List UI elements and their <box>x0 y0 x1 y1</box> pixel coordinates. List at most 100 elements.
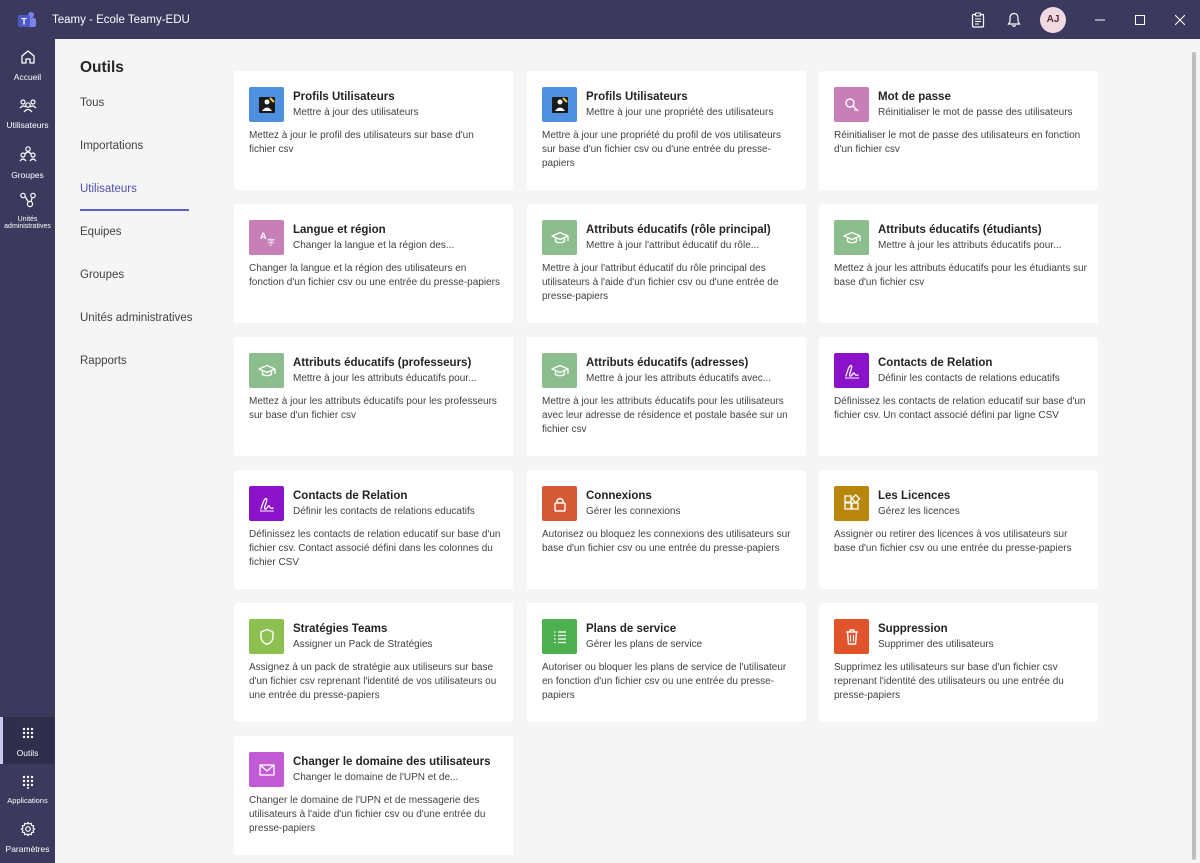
language-icon: A字 <box>249 220 284 255</box>
card-title: Connexions <box>586 490 652 502</box>
rail-item-parametres[interactable]: Paramètres <box>0 821 55 861</box>
card-title: Langue et région <box>293 224 386 236</box>
card-title: Attributs éducatifs (adresses) <box>586 357 749 369</box>
card-subtitle: Supprimer des utilisateurs <box>878 639 994 650</box>
home-icon <box>20 49 36 70</box>
clipboard-icon[interactable] <box>960 0 996 39</box>
nav-item-unites-administratives[interactable]: Unités administratives <box>80 312 192 324</box>
nav-item-equipes[interactable]: Equipes <box>80 226 122 238</box>
card-description: Assignez à un pack de stratégie aux util… <box>249 662 497 701</box>
list-icon <box>542 619 577 654</box>
tool-card[interactable]: Attributs éducatifs (professeurs) Mettre … <box>234 337 513 456</box>
lock-icon <box>542 486 577 521</box>
graduation-cap-icon <box>542 353 577 388</box>
tool-card[interactable]: Contacts de Relation Définir les contacts… <box>819 337 1098 456</box>
users-icon <box>19 97 37 118</box>
tool-card[interactable]: Attributs éducatifs (rôle principal) Mett… <box>527 204 806 323</box>
card-title: Changer le domaine des utilisateurs <box>293 756 491 768</box>
rail-item-outils[interactable]: Outils <box>0 717 55 764</box>
card-description: Mettez à jour les attributs éducatifs po… <box>834 263 1087 288</box>
graduation-cap-icon <box>834 220 869 255</box>
card-title: Les Licences <box>878 490 951 502</box>
rail-label: Accueil <box>13 72 42 82</box>
tool-card[interactable]: Connexions Gérer les connexions Autorisez … <box>527 470 806 589</box>
page-title: Outils <box>80 59 124 76</box>
rail-item-unites-administratives[interactable]: Unités administratives <box>0 192 55 236</box>
close-button[interactable] <box>1160 0 1200 39</box>
graduation-cap-icon <box>542 220 577 255</box>
tool-card[interactable]: Plans de service Gérer les plans de servi… <box>527 603 806 722</box>
shield-icon <box>249 619 284 654</box>
card-description: Mettez à jour les attributs éducatifs po… <box>249 396 497 421</box>
signature-icon <box>834 353 869 388</box>
card-subtitle: Gérer les plans de service <box>586 639 703 650</box>
card-description: Mettre à jour les attributs éducatifs po… <box>542 396 788 435</box>
card-subtitle: Définir les contacts de relations educat… <box>293 506 475 517</box>
tool-card[interactable]: Suppression Supprimer des utilisateurs Sup… <box>819 603 1098 722</box>
rail-item-groupes[interactable]: Groupes <box>0 145 55 187</box>
admin-units-icon <box>19 192 37 213</box>
card-subtitle: Gérer les connexions <box>586 506 681 517</box>
card-title: Mot de passe <box>878 91 951 103</box>
key-icon <box>834 87 869 122</box>
card-description: Mettez à jour le profil des utilisateurs… <box>249 130 474 155</box>
card-title: Profils Utilisateurs <box>586 91 688 103</box>
nav-item-rapports[interactable]: Rapports <box>80 355 127 367</box>
tool-card[interactable]: Profils Utilisateurs Mettre à jour des ut… <box>234 71 513 190</box>
rail-label: Applications <box>7 796 48 805</box>
tool-card[interactable]: Stratégies Teams Assigner un Pack de Stra… <box>234 603 513 722</box>
card-subtitle: Changer le domaine de l'UPN et de... <box>293 772 459 783</box>
tool-card[interactable]: Contacts de Relation Définir les contacts… <box>234 470 513 589</box>
rail-label: Utilisateurs <box>6 120 49 130</box>
card-title: Attributs éducatifs (rôle principal) <box>586 224 771 236</box>
scrollbar[interactable] <box>1192 52 1196 860</box>
rail-item-utilisateurs[interactable]: Utilisateurs <box>0 97 55 139</box>
card-title: Attributs éducatifs (étudiants) <box>878 224 1042 236</box>
card-title: Plans de service <box>586 623 677 635</box>
app-rail: Accueil Utilisateurs Groupes Unités admi… <box>0 39 55 863</box>
bell-icon[interactable] <box>996 0 1032 39</box>
card-description: Changer la langue et la région des utili… <box>249 263 500 288</box>
svg-text:T: T <box>21 16 27 26</box>
tool-card[interactable]: Mot de passe Réinitialiser le mot de pass… <box>819 71 1098 190</box>
minimize-button[interactable] <box>1080 0 1120 39</box>
apps-icon <box>22 775 34 794</box>
nav-item-tous[interactable]: Tous <box>80 97 104 109</box>
card-description: Autorisez ou bloquez les connexions des … <box>542 529 791 554</box>
card-description: Supprimez les utilisateurs sur base d'un… <box>834 662 1064 701</box>
card-subtitle: Mettre à jour des utilisateurs <box>293 107 419 118</box>
mail-icon <box>249 752 284 787</box>
card-subtitle: Mettre à jour une propriété des utilisat… <box>586 107 774 118</box>
card-title: Stratégies Teams <box>293 623 388 635</box>
card-subtitle: Mettre à jour l'attribut éducatif du rôl… <box>586 240 760 251</box>
tool-card[interactable]: Changer le domaine des utilisateurs Chang… <box>234 736 513 855</box>
card-subtitle: Mettre à jour les attributs éducatifs po… <box>293 373 477 384</box>
maximize-button[interactable] <box>1120 0 1160 39</box>
tool-card[interactable]: Les Licences Gérez les licences Assigner o… <box>819 470 1098 589</box>
card-description: Assigner ou retirer des licences à vos u… <box>834 529 1072 554</box>
card-description: Mettre à jour l'attribut éducatif du rôl… <box>542 263 779 302</box>
active-tab-indicator <box>80 209 189 211</box>
rail-label: Groupes <box>11 170 44 180</box>
nav-item-groupes[interactable]: Groupes <box>80 269 124 281</box>
profile-update-icon <box>249 87 284 122</box>
rail-item-applications[interactable]: Applications <box>0 775 55 815</box>
title-bar: T Teamy - Ecole Teamy-EDU AJ <box>0 0 1200 39</box>
card-description: Changer le domaine de l'UPN et de messag… <box>249 795 486 834</box>
nav-item-utilisateurs[interactable]: Utilisateurs <box>80 183 137 195</box>
tool-card[interactable]: A 字 Langue et région Changer la langue et l… <box>234 204 513 323</box>
nav-item-importations[interactable]: Importations <box>80 140 143 152</box>
tools-nav: Outils Tous Importations Utilisateurs Eq… <box>55 39 215 863</box>
tool-card[interactable]: Attributs éducatifs (adresses) Mettre à j… <box>527 337 806 456</box>
avatar[interactable]: AJ <box>1040 6 1066 33</box>
grid-icon <box>22 726 34 744</box>
card-subtitle: Gérez les licences <box>878 506 960 517</box>
rail-item-accueil[interactable]: Accueil <box>0 49 55 91</box>
tool-card[interactable]: Profils Utilisateurs Mettre à jour une pr… <box>527 71 806 190</box>
teams-logo-icon: T <box>16 9 38 31</box>
license-icon <box>834 486 869 521</box>
card-title: Profils Utilisateurs <box>293 91 395 103</box>
tool-card[interactable]: Attributs éducatifs (étudiants) Mettre à … <box>819 204 1098 323</box>
card-description: Définissez les contacts de relation educ… <box>834 396 1086 421</box>
card-title: Contacts de Relation <box>878 357 993 369</box>
